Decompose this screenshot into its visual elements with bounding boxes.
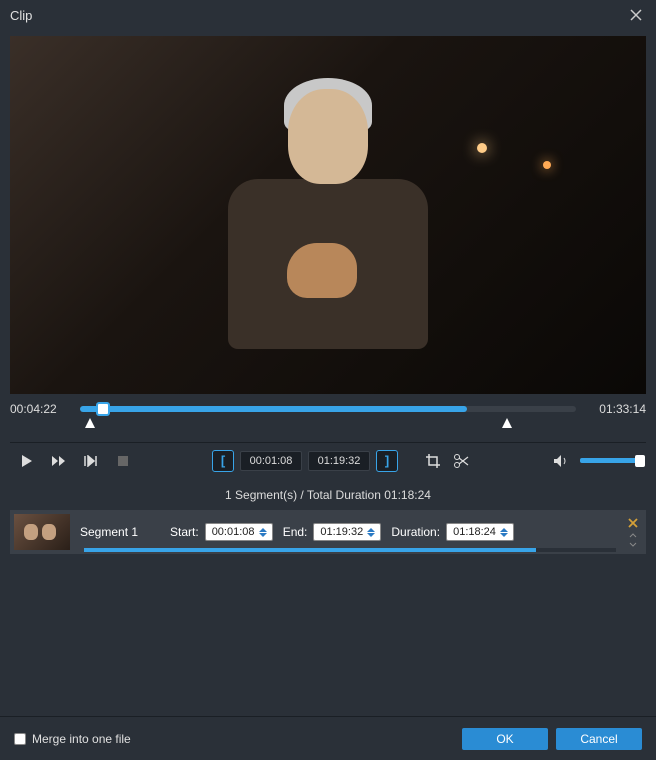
volume-thumb[interactable]	[635, 455, 645, 467]
segment-row[interactable]: Segment 1 Start: 00:01:08 End: 01:19:32	[10, 510, 646, 554]
delete-icon	[628, 518, 638, 528]
next-frame-icon	[84, 455, 98, 467]
window-title: Clip	[10, 8, 32, 23]
merge-checkbox[interactable]	[14, 733, 26, 745]
progress-fill	[80, 406, 467, 412]
end-label: End:	[283, 525, 308, 539]
duration-spinner-up[interactable]	[500, 528, 508, 532]
move-up-button[interactable]	[626, 531, 640, 539]
merge-checkbox-label[interactable]: Merge into one file	[14, 732, 131, 746]
segment-progress	[84, 548, 616, 552]
playback-bar: 00:04:22 01:33:14	[10, 402, 646, 416]
crop-icon	[425, 453, 441, 469]
close-icon	[630, 9, 642, 21]
start-label: Start:	[170, 525, 199, 539]
play-button[interactable]	[16, 450, 38, 472]
segment-actions	[626, 516, 642, 548]
ok-button[interactable]: OK	[462, 728, 548, 750]
in-time-display: 00:01:08	[240, 451, 302, 471]
merge-label: Merge into one file	[32, 732, 131, 746]
video-preview[interactable]	[10, 36, 646, 394]
play-icon	[21, 454, 33, 468]
crop-button[interactable]	[422, 450, 444, 472]
end-spinner-down[interactable]	[367, 533, 375, 537]
end-spinner	[367, 524, 379, 540]
segment-thumbnail	[14, 514, 70, 550]
trim-controls: [ 00:01:08 01:19:32 ]	[134, 450, 550, 472]
duration-spinner	[500, 524, 512, 540]
segment-list: Segment 1 Start: 00:01:08 End: 01:19:32	[10, 510, 646, 554]
set-in-button[interactable]: [	[212, 450, 234, 472]
controls-row: [ 00:01:08 01:19:32 ]	[10, 442, 646, 478]
segment-end-field: End: 01:19:32	[283, 523, 382, 541]
stop-icon	[118, 456, 128, 466]
close-button[interactable]	[626, 5, 646, 25]
chevron-up-icon	[629, 533, 637, 538]
preview-bg-light	[477, 143, 487, 153]
segment-summary: 1 Segment(s) / Total Duration 01:18:24	[0, 478, 656, 510]
current-time: 00:04:22	[10, 402, 70, 416]
segment-progress-fill	[84, 548, 536, 552]
volume-button[interactable]	[550, 450, 572, 472]
in-marker[interactable]	[85, 418, 95, 428]
cut-button[interactable]	[450, 450, 472, 472]
segment-duration-field: Duration: 01:18:24	[391, 523, 514, 541]
fast-forward-button[interactable]	[48, 450, 70, 472]
set-out-button[interactable]: ]	[376, 450, 398, 472]
total-time: 01:33:14	[586, 402, 646, 416]
delete-segment-button[interactable]	[626, 516, 640, 530]
marker-bar	[80, 418, 576, 434]
out-time-display: 01:19:32	[308, 451, 370, 471]
segment-start-field: Start: 00:01:08	[170, 523, 273, 541]
volume-icon	[553, 454, 569, 468]
stop-button[interactable]	[112, 450, 134, 472]
playback-controls	[16, 450, 134, 472]
duration-label: Duration:	[391, 525, 440, 539]
fast-forward-icon	[51, 455, 67, 467]
end-spinner-up[interactable]	[367, 528, 375, 532]
preview-content	[188, 61, 468, 341]
chevron-down-icon	[629, 542, 637, 547]
segment-name: Segment 1	[80, 525, 160, 539]
start-spinner-up[interactable]	[259, 528, 267, 532]
scissors-icon	[453, 453, 469, 469]
footer: Merge into one file OK Cancel	[0, 716, 656, 760]
titlebar: Clip	[0, 0, 656, 30]
preview-bg-light	[543, 161, 551, 169]
cancel-button[interactable]: Cancel	[556, 728, 642, 750]
footer-buttons: OK Cancel	[462, 728, 642, 750]
start-spinner	[259, 524, 271, 540]
move-down-button[interactable]	[626, 540, 640, 548]
volume-slider[interactable]	[580, 458, 640, 463]
next-frame-button[interactable]	[80, 450, 102, 472]
volume-controls	[550, 450, 640, 472]
progress-thumb[interactable]	[96, 402, 110, 416]
out-marker[interactable]	[502, 418, 512, 428]
start-spinner-down[interactable]	[259, 533, 267, 537]
progress-track[interactable]	[80, 406, 576, 412]
video-frame	[10, 36, 646, 394]
duration-spinner-down[interactable]	[500, 533, 508, 537]
